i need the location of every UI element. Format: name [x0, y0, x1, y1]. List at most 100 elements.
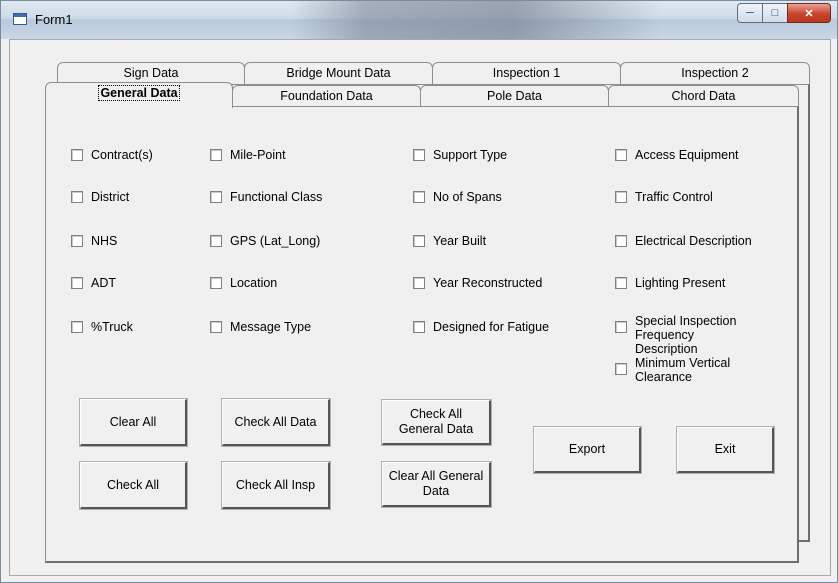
- checkbox-label: Contract(s): [91, 148, 153, 162]
- checkbox-traffic-control[interactable]: Traffic Control: [615, 190, 713, 204]
- maximize-icon: □: [771, 7, 779, 19]
- checkbox-special-inspection-frequency[interactable]: Special Inspection Frequency Description: [615, 314, 755, 356]
- tab-label: Inspection 1: [492, 66, 561, 80]
- checkbox-box[interactable]: [210, 149, 222, 161]
- checkbox-box[interactable]: [413, 321, 425, 333]
- check-all-data-button[interactable]: Check All Data: [221, 398, 331, 447]
- checkbox-box[interactable]: [413, 149, 425, 161]
- checkbox-box[interactable]: [71, 277, 83, 289]
- checkbox-label: GPS (Lat_Long): [230, 234, 321, 248]
- exit-button[interactable]: Exit: [676, 426, 775, 474]
- button-label: Check All Data: [234, 414, 317, 429]
- clear-all-button[interactable]: Clear All: [79, 398, 188, 447]
- checkbox-box[interactable]: [210, 321, 222, 333]
- tab-label: Bridge Mount Data: [286, 66, 391, 80]
- tab-general-data[interactable]: General Data: [45, 82, 233, 108]
- checkbox-label: %Truck: [91, 320, 133, 334]
- checkbox-box[interactable]: [71, 149, 83, 161]
- checkbox-label: Access Equipment: [635, 148, 739, 162]
- checkbox-truck[interactable]: %Truck: [71, 320, 133, 334]
- title-bar[interactable]: Form1 ─ □ ✕: [1, 1, 837, 39]
- checkbox-box[interactable]: [413, 235, 425, 247]
- tab-chord-data[interactable]: Chord Data: [608, 85, 799, 107]
- tab-foundation-data[interactable]: Foundation Data: [232, 85, 421, 107]
- checkbox-gps[interactable]: GPS (Lat_Long): [210, 234, 320, 248]
- button-label: Check All Insp: [235, 477, 316, 492]
- check-all-insp-button[interactable]: Check All Insp: [221, 461, 331, 510]
- checkbox-label: Support Type: [433, 148, 508, 162]
- tab-bridge-mount-data[interactable]: Bridge Mount Data: [244, 62, 433, 84]
- form-icon: [13, 13, 27, 25]
- tab-pole-data[interactable]: Pole Data: [420, 85, 609, 107]
- checkbox-label: Lighting Present: [635, 276, 726, 290]
- caption-buttons: ─ □ ✕: [737, 3, 831, 23]
- checkbox-district[interactable]: District: [71, 190, 129, 204]
- button-label: Export: [568, 442, 606, 456]
- main-window: Form1 ─ □ ✕ Sign Data Bridge Mount Data …: [0, 0, 838, 583]
- checkbox-minimum-vertical-clearance[interactable]: Minimum Vertical Clearance: [615, 356, 735, 384]
- window-title: Form1: [35, 12, 73, 27]
- checkbox-box[interactable]: [615, 363, 627, 375]
- export-button[interactable]: Export: [533, 426, 642, 474]
- checkbox-box[interactable]: [210, 235, 222, 247]
- checkbox-label: Special Inspection Frequency Description: [635, 314, 737, 356]
- checkbox-contracts[interactable]: Contract(s): [71, 148, 153, 162]
- tab-inspection-1[interactable]: Inspection 1: [432, 62, 621, 84]
- checkbox-access-equipment[interactable]: Access Equipment: [615, 148, 739, 162]
- checkbox-box[interactable]: [413, 277, 425, 289]
- clear-all-general-data-button[interactable]: Clear All General Data: [381, 461, 492, 508]
- checkbox-designed-for-fatigue[interactable]: Designed for Fatigue: [413, 320, 549, 334]
- checkbox-mile-point[interactable]: Mile-Point: [210, 148, 286, 162]
- button-label: Check All: [106, 477, 160, 492]
- check-all-general-data-button[interactable]: Check All General Data: [381, 399, 492, 446]
- checkbox-box[interactable]: [615, 235, 627, 247]
- tab-label: General Data: [98, 85, 180, 101]
- checkbox-lighting-present[interactable]: Lighting Present: [615, 276, 725, 290]
- checkbox-box[interactable]: [615, 321, 627, 333]
- tab-label: Sign Data: [123, 66, 179, 80]
- button-label: Exit: [714, 442, 736, 456]
- button-label: Clear All General Data: [388, 469, 484, 498]
- tab-sign-data[interactable]: Sign Data: [57, 62, 245, 84]
- checkbox-label: District: [91, 190, 130, 204]
- minimize-button[interactable]: ─: [737, 3, 763, 23]
- checkbox-box[interactable]: [413, 191, 425, 203]
- tab-label: Chord Data: [671, 89, 736, 103]
- title-bar-blur: [291, 1, 661, 39]
- checkbox-electrical-description[interactable]: Electrical Description: [615, 234, 752, 248]
- checkbox-year-reconstructed[interactable]: Year Reconstructed: [413, 276, 542, 290]
- checkbox-label: Message Type: [230, 320, 312, 334]
- checkbox-label: Functional Class: [230, 190, 323, 204]
- checkbox-box[interactable]: [210, 277, 222, 289]
- checkbox-label: ADT: [91, 276, 116, 290]
- checkbox-box[interactable]: [615, 191, 627, 203]
- checkbox-box[interactable]: [615, 277, 627, 289]
- minimize-icon: ─: [746, 7, 754, 19]
- checkbox-support-type[interactable]: Support Type: [413, 148, 507, 162]
- checkbox-message-type[interactable]: Message Type: [210, 320, 311, 334]
- checkbox-adt[interactable]: ADT: [71, 276, 116, 290]
- close-icon: ✕: [804, 7, 814, 20]
- checkbox-label: Minimum Vertical Clearance: [635, 356, 731, 384]
- maximize-button[interactable]: □: [762, 3, 788, 23]
- checkbox-box[interactable]: [210, 191, 222, 203]
- checkbox-nhs[interactable]: NHS: [71, 234, 117, 248]
- checkbox-functional-class[interactable]: Functional Class: [210, 190, 322, 204]
- checkbox-box[interactable]: [71, 191, 83, 203]
- checkbox-label: Mile-Point: [230, 148, 286, 162]
- checkbox-label: Location: [230, 276, 278, 290]
- checkbox-box[interactable]: [71, 235, 83, 247]
- checkbox-no-of-spans[interactable]: No of Spans: [413, 190, 502, 204]
- checkbox-label: NHS: [91, 234, 118, 248]
- tab-label: Foundation Data: [280, 89, 373, 103]
- tab-inspection-2[interactable]: Inspection 2: [620, 62, 810, 84]
- check-all-button[interactable]: Check All: [79, 461, 188, 510]
- checkbox-label: Designed for Fatigue: [433, 320, 550, 334]
- checkbox-box[interactable]: [615, 149, 627, 161]
- checkbox-box[interactable]: [71, 321, 83, 333]
- checkbox-location[interactable]: Location: [210, 276, 277, 290]
- tab-label: Inspection 2: [681, 66, 749, 80]
- checkbox-label: No of Spans: [433, 190, 502, 204]
- checkbox-year-built[interactable]: Year Built: [413, 234, 486, 248]
- close-button[interactable]: ✕: [787, 3, 831, 23]
